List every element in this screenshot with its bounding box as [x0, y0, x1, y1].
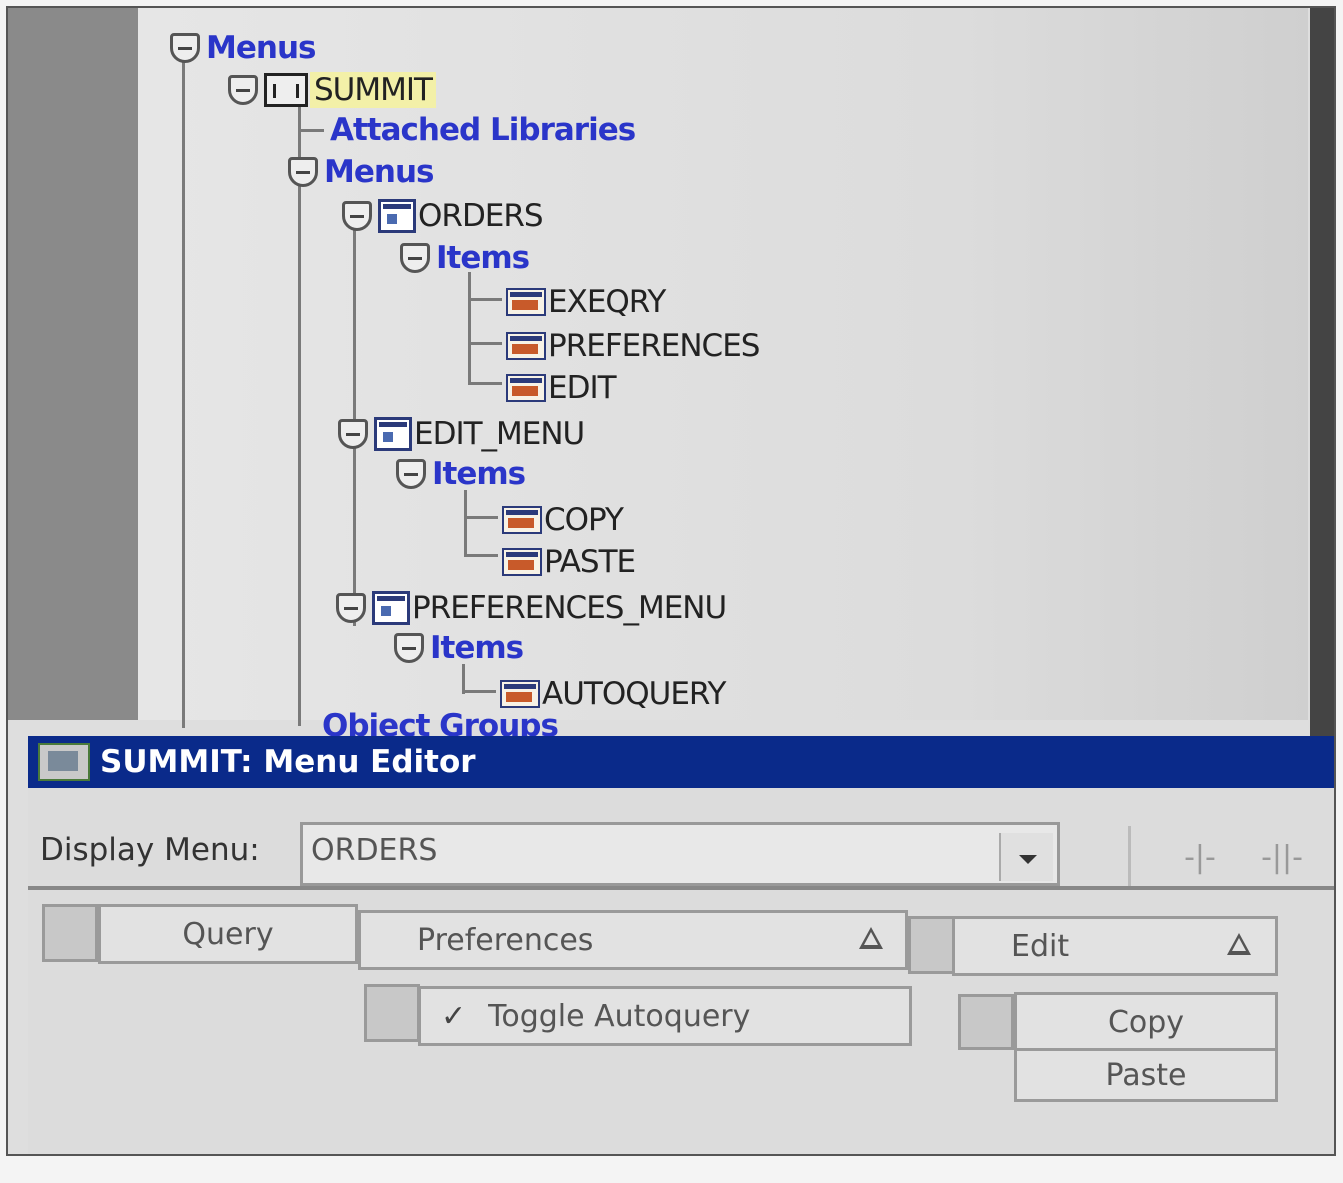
tree-label: SUMMIT — [310, 72, 436, 108]
tree-label: Items — [432, 456, 526, 492]
menu-query[interactable]: Query — [98, 904, 358, 964]
collapse-submenu-icon[interactable] — [1227, 933, 1251, 955]
drag-handle[interactable] — [42, 904, 98, 962]
collapse-icon[interactable] — [228, 75, 258, 105]
tree-node-menu-item[interactable]: AUTOQUERY — [500, 676, 726, 712]
title-bar[interactable]: SUMMIT: Menu Editor — [28, 736, 1334, 788]
tree-label: Attached Libraries — [330, 112, 636, 148]
tree-label: AUTOQUERY — [542, 676, 726, 712]
tree-label: Items — [430, 630, 524, 666]
menu-item-icon — [506, 374, 546, 402]
menu-editor-icon — [38, 743, 90, 781]
tree-node-summit[interactable]: SUMMIT — [228, 72, 436, 108]
collapse-icon[interactable] — [170, 33, 200, 63]
toolbar-separator — [1128, 826, 1131, 886]
drag-handle[interactable] — [364, 984, 420, 1042]
collapse-icon[interactable] — [394, 633, 424, 663]
menu-item-label: Toggle Autoquery — [488, 998, 751, 1034]
window-title: SUMMIT: Menu Editor — [100, 744, 476, 780]
menu-label: Edit — [1011, 928, 1070, 964]
tree-label: PASTE — [544, 544, 636, 580]
menu-item-icon — [500, 680, 540, 708]
tree-node-menu[interactable]: PREFERENCES_MENU — [336, 590, 727, 626]
menu-item-icon — [506, 288, 546, 316]
tree-node-menus-root[interactable]: Menus — [170, 30, 316, 66]
menu-label: Query — [182, 916, 274, 952]
menu-icon — [374, 417, 412, 451]
display-menu-label: Display Menu: — [40, 832, 260, 868]
menu-item-icon — [502, 506, 542, 534]
menu-item-icon — [506, 332, 546, 360]
tree-node-menu-item[interactable]: EXEQRY — [506, 284, 666, 320]
tree-label: Menus — [206, 30, 316, 66]
collapse-all-icon[interactable]: -||- — [1260, 840, 1304, 876]
menu-icon — [372, 591, 410, 625]
tree-node-menu-item[interactable]: PASTE — [502, 544, 636, 580]
menu-item-label: Copy — [1107, 1004, 1185, 1040]
display-menu-value: ORDERS — [311, 833, 438, 868]
menu-label: Preferences — [417, 922, 594, 958]
collapse-icon[interactable] — [288, 157, 318, 187]
tree-label: PREFERENCES_MENU — [412, 590, 727, 626]
drag-handle[interactable] — [958, 994, 1014, 1050]
menu-preferences[interactable]: Preferences — [358, 910, 908, 970]
menu-item-toggle-autoquery[interactable]: ✓ Toggle Autoquery — [418, 986, 912, 1046]
chevron-down-icon[interactable] — [999, 833, 1053, 881]
scrollbar[interactable] — [1310, 8, 1334, 748]
navigator-window: Menus SUMMIT Attached Libraries Menus OR… — [6, 6, 1336, 1156]
tree-node-menus[interactable]: Menus — [288, 154, 434, 190]
menu-editor-window: SUMMIT: Menu Editor Display Menu: ORDERS… — [28, 736, 1334, 1154]
tree-node-menu[interactable]: ORDERS — [342, 198, 544, 234]
menu-edit[interactable]: Edit — [952, 916, 1278, 976]
tree-label: Items — [436, 240, 530, 276]
tree-label: Menus — [324, 154, 434, 190]
editor-toolbar: Display Menu: ORDERS -|- -||- — [28, 796, 1334, 886]
menu-module-icon — [264, 73, 308, 107]
tree-label: COPY — [544, 502, 624, 538]
expand-icon[interactable]: -|- — [1178, 840, 1222, 876]
tree-node-items[interactable]: Items — [394, 630, 524, 666]
menu-item-paste[interactable]: Paste — [1014, 1048, 1278, 1102]
menu-bar-preview: Query Preferences Edit — [42, 904, 1278, 976]
menu-item-label: Paste — [1105, 1057, 1187, 1093]
divider — [28, 886, 1334, 890]
tree-label: EDIT — [548, 370, 617, 406]
tree-node-menu-item[interactable]: PREFERENCES — [506, 328, 760, 364]
tree-label: EXEQRY — [548, 284, 666, 320]
tree-node-menu-item[interactable]: EDIT — [506, 370, 617, 406]
left-strip — [8, 8, 138, 720]
collapse-icon[interactable] — [342, 201, 372, 231]
tree-node-items[interactable]: Items — [396, 456, 526, 492]
tree-node-items[interactable]: Items — [400, 240, 530, 276]
display-menu-select[interactable]: ORDERS — [300, 822, 1060, 886]
tree-node-menu-item[interactable]: COPY — [502, 502, 624, 538]
tree-node-menu[interactable]: EDIT_MENU — [338, 416, 585, 452]
object-tree: Menus SUMMIT Attached Libraries Menus OR… — [138, 8, 1308, 744]
tree-label: ORDERS — [418, 198, 544, 234]
menu-icon — [378, 199, 416, 233]
tree-label: EDIT_MENU — [414, 416, 585, 452]
collapse-icon[interactable] — [336, 593, 366, 623]
menu-item-icon — [502, 548, 542, 576]
menu-item-copy[interactable]: Copy — [1014, 992, 1278, 1052]
collapse-icon[interactable] — [396, 459, 426, 489]
check-icon: ✓ — [441, 998, 467, 1034]
collapse-submenu-icon[interactable] — [859, 927, 883, 949]
collapse-icon[interactable] — [338, 419, 368, 449]
tree-node-attached-libraries[interactable]: Attached Libraries — [330, 112, 636, 148]
collapse-icon[interactable] — [400, 243, 430, 273]
tree-label: PREFERENCES — [548, 328, 760, 364]
